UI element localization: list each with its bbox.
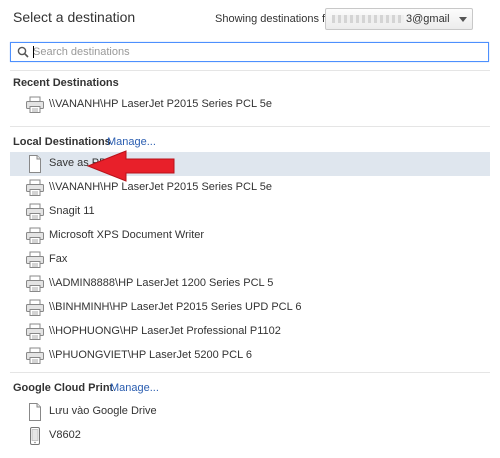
printer-icon — [25, 203, 45, 221]
destination-item[interactable]: \\VANANH\HP LaserJet P2015 Series PCL 5e — [10, 93, 490, 117]
divider — [10, 70, 490, 71]
destination-item[interactable]: \\PHUONGVIET\HP LaserJet 5200 PCL 6 — [10, 344, 490, 368]
account-select[interactable]: 3@gmail — [325, 8, 473, 30]
destination-item[interactable]: Fax — [10, 248, 490, 272]
destination-label: \\HOPHUONG\HP LaserJet Professional P110… — [49, 325, 281, 337]
destination-label: Fax — [49, 253, 68, 265]
printer-icon — [25, 323, 45, 341]
destination-item[interactable]: \\ADMIN8888\HP LaserJet 1200 Series PCL … — [10, 272, 490, 296]
local-destinations-title: Local Destinations — [13, 136, 111, 148]
destination-label: V8602 — [49, 429, 81, 441]
destination-item[interactable]: Lưu vào Google Drive — [10, 400, 490, 424]
destination-item[interactable]: Save as PDF — [10, 152, 490, 176]
red-arrow-annotation — [86, 150, 175, 182]
destination-dialog: Select a destination Showing destination… — [0, 0, 500, 458]
printer-icon — [25, 227, 45, 245]
redacted-email-mask — [332, 15, 404, 24]
printer-icon — [25, 179, 45, 197]
printer-icon — [25, 299, 45, 317]
manage-cloud-link[interactable]: Manage... — [110, 382, 159, 394]
destination-label: Lưu vào Google Drive — [49, 405, 157, 417]
dialog-header: Select a destination Showing destination… — [0, 0, 500, 36]
printer-icon — [25, 347, 45, 365]
document-icon — [25, 403, 45, 421]
printer-icon — [25, 275, 45, 293]
account-email: 3@gmail — [406, 13, 450, 25]
destination-label: Snagit 11 — [49, 205, 95, 217]
text-caret — [33, 46, 34, 58]
destination-label: \\PHUONGVIET\HP LaserJet 5200 PCL 6 — [49, 349, 252, 361]
dialog-title: Select a destination — [13, 9, 136, 25]
search-input[interactable] — [33, 44, 473, 60]
destination-label: \\VANANH\HP LaserJet P2015 Series PCL 5e — [49, 98, 272, 110]
google-cloud-print-title: Google Cloud Print — [13, 382, 114, 394]
chevron-down-icon — [459, 17, 467, 22]
destination-item[interactable]: V8602 — [10, 424, 490, 448]
destination-label: \\VANANH\HP LaserJet P2015 Series PCL 5e — [49, 181, 272, 193]
divider — [10, 126, 490, 127]
manage-local-link[interactable]: Manage... — [107, 136, 156, 148]
destination-item[interactable]: Snagit 11 — [10, 200, 490, 224]
destination-item[interactable]: \\VANANH\HP LaserJet P2015 Series PCL 5e — [10, 176, 490, 200]
destination-item[interactable]: \\HOPHUONG\HP LaserJet Professional P110… — [10, 320, 490, 344]
divider — [10, 372, 490, 373]
destination-label: Microsoft XPS Document Writer — [49, 229, 205, 241]
recent-destinations-title: Recent Destinations — [13, 77, 119, 89]
showing-destinations-label: Showing destinations for — [215, 13, 335, 25]
destination-label: \\ADMIN8888\HP LaserJet 1200 Series PCL … — [49, 277, 274, 289]
destination-label: \\BINHMINH\HP LaserJet P2015 Series UPD … — [49, 301, 302, 313]
printer-icon — [25, 96, 45, 114]
destination-item[interactable]: Microsoft XPS Document Writer — [10, 224, 490, 248]
printer-icon — [25, 251, 45, 269]
search-icon — [17, 46, 29, 58]
search-box[interactable] — [10, 42, 489, 62]
document-icon — [25, 155, 45, 173]
destination-item[interactable]: \\BINHMINH\HP LaserJet P2015 Series UPD … — [10, 296, 490, 320]
phone-icon — [25, 427, 45, 445]
